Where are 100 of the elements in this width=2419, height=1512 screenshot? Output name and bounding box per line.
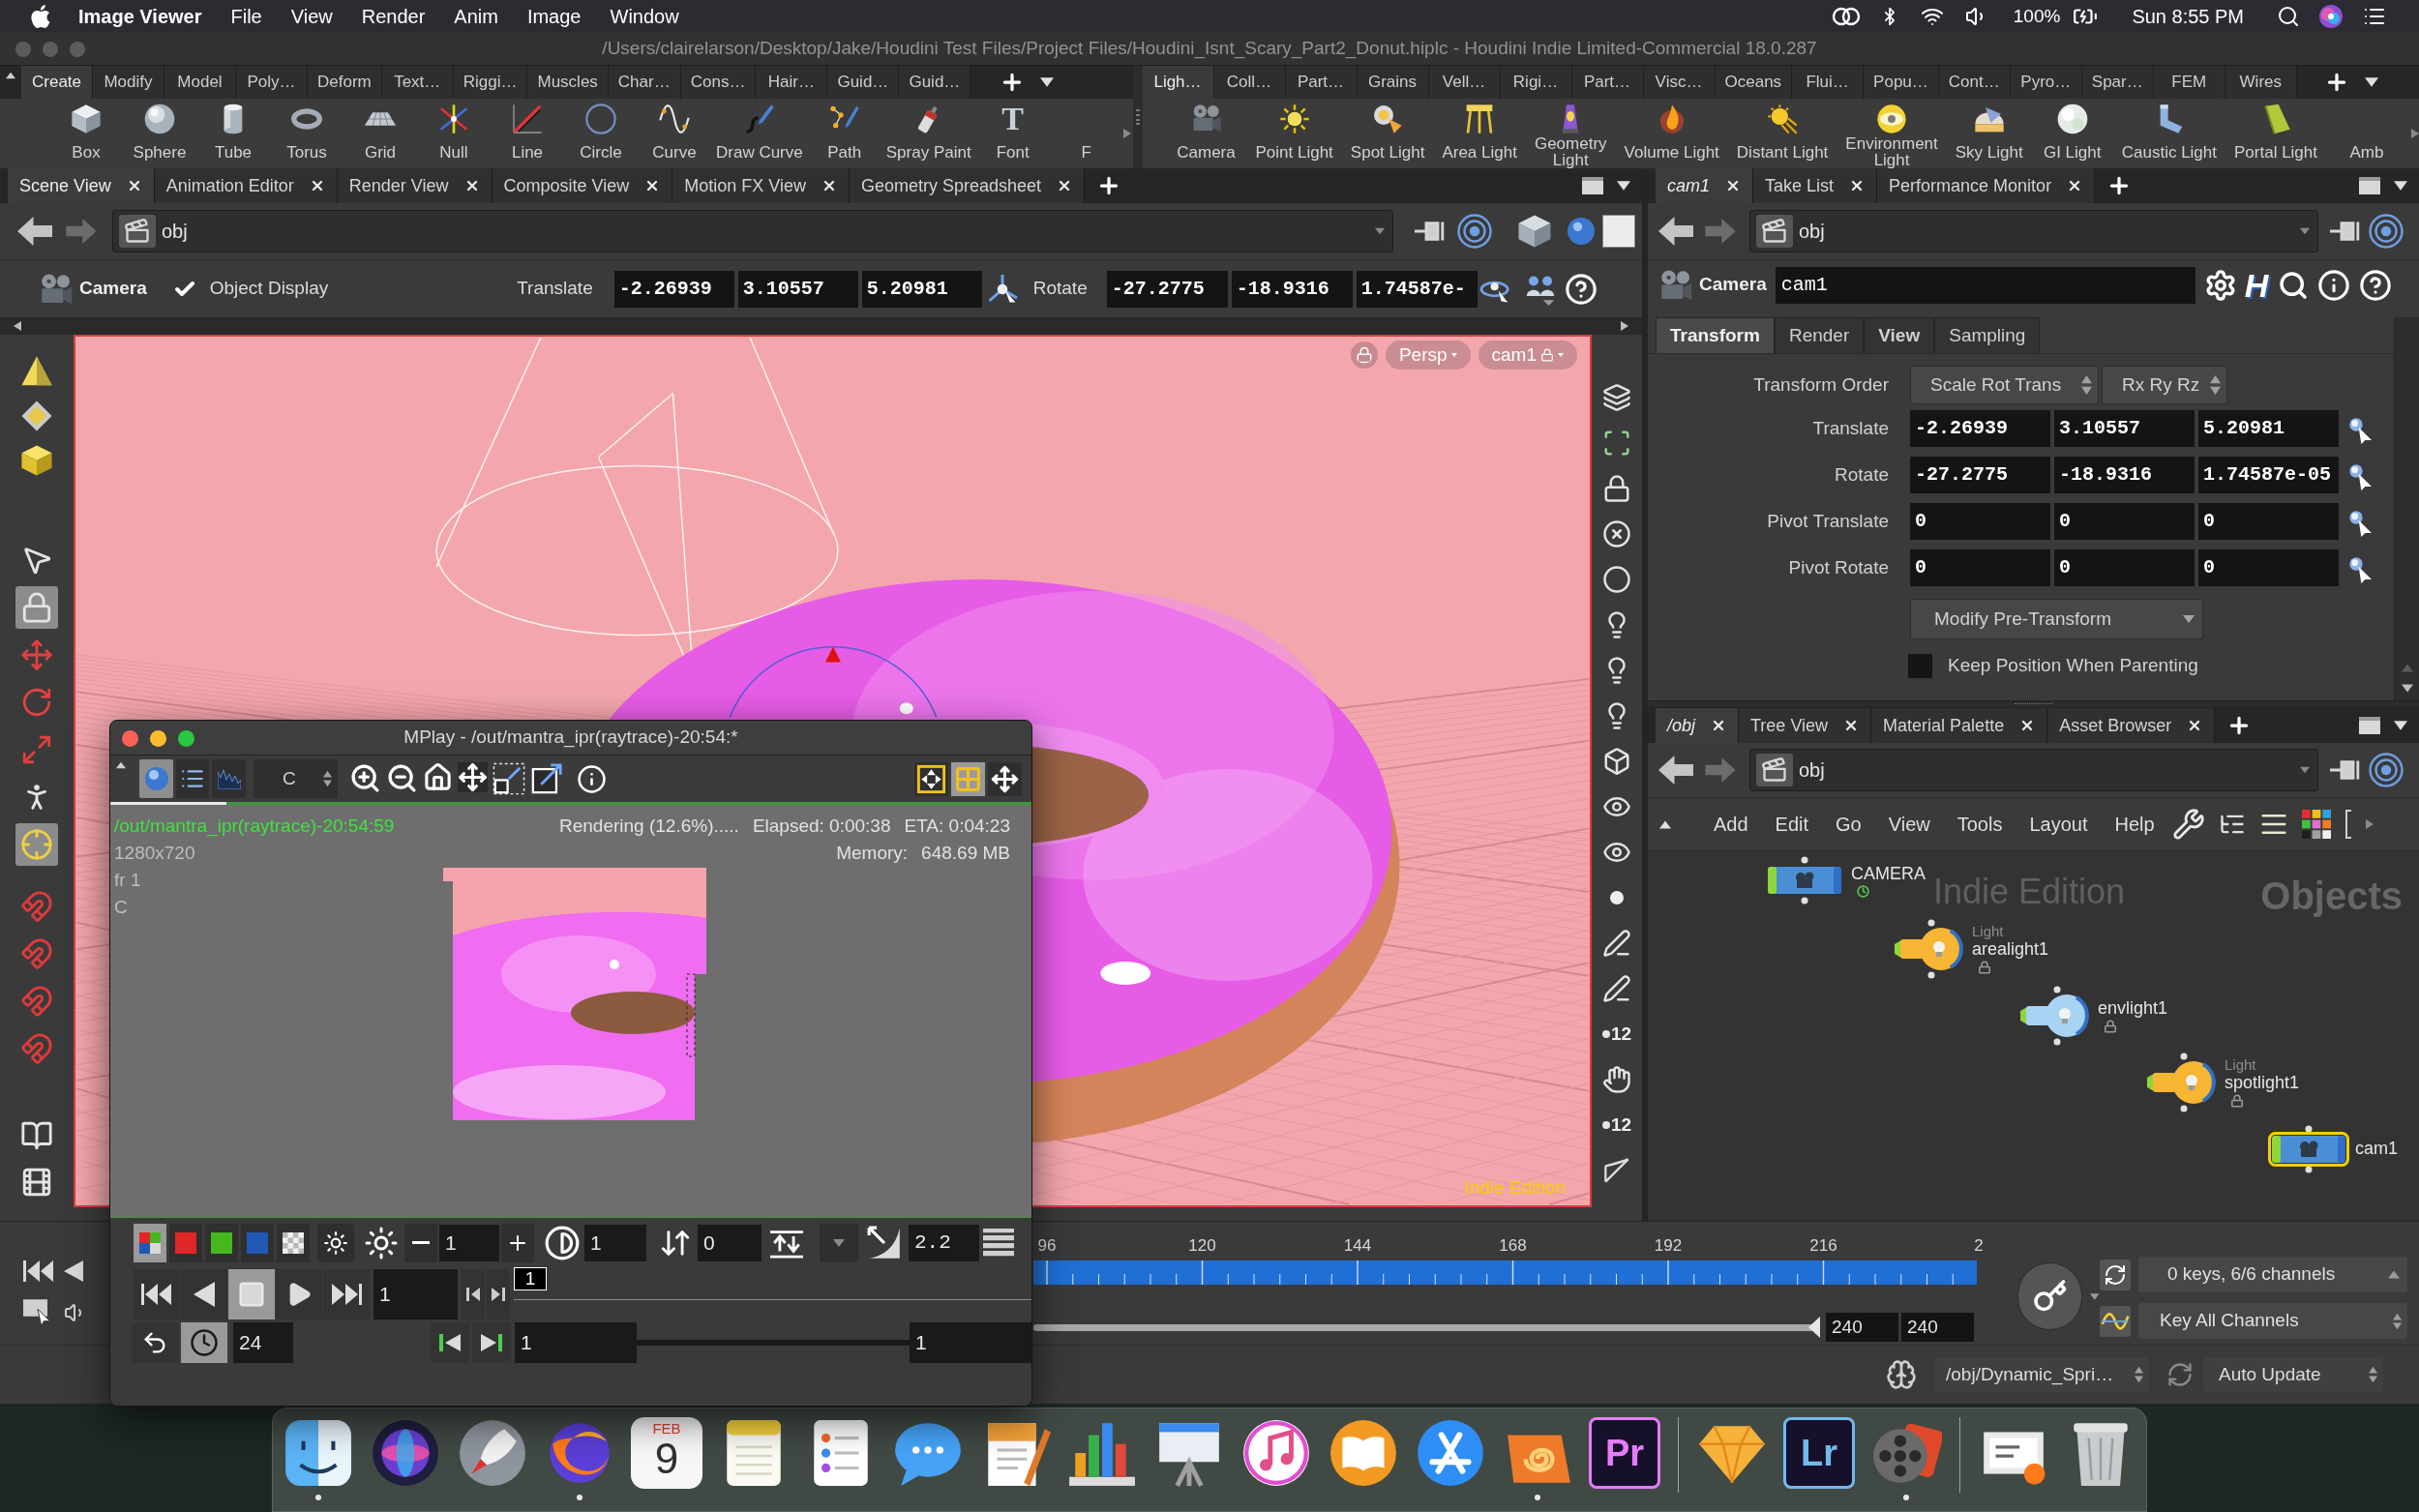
shelf-tool[interactable]: Path: [807, 99, 881, 168]
expand-frame-icon[interactable]: [530, 762, 563, 795]
channel-button[interactable]: [205, 1223, 238, 1262]
value-field[interactable]: 0: [1910, 549, 2050, 586]
value-field[interactable]: -18.9316: [1231, 270, 1353, 308]
shelf-tool[interactable]: Sky Light: [1950, 99, 2028, 168]
value-field[interactable]: 0: [1910, 503, 2050, 540]
pane-tab[interactable]: Animation Editor: [154, 168, 338, 203]
menu-item[interactable]: View: [290, 2, 333, 31]
pane-tab[interactable]: Composite View: [492, 168, 673, 203]
value-field[interactable]: 1.74587e-: [1356, 270, 1478, 308]
range-start-button[interactable]: [431, 1322, 469, 1363]
range-slider[interactable]: [1033, 1316, 1820, 1340]
shelf-tool[interactable]: Grid: [343, 99, 417, 168]
music-note-icon[interactable]: [1240, 1417, 1312, 1489]
shelf-tool[interactable]: Caustic Light: [2116, 99, 2222, 168]
menu-item[interactable]: View: [1888, 810, 1930, 839]
shelf-tab[interactable]: Model: [164, 66, 236, 99]
decrease-button[interactable]: [404, 1223, 437, 1262]
shelf-tool[interactable]: Portal Light: [2229, 99, 2322, 168]
help-icon[interactable]: [1564, 272, 1598, 306]
frame-scrubber[interactable]: 1: [514, 1267, 1031, 1300]
dropdown-menu[interactable]: Rx Ry Rz: [2102, 366, 2227, 404]
parameter-tab[interactable]: Sampling: [1934, 317, 2041, 353]
refresh-icon[interactable]: [2100, 1259, 2131, 1290]
app-menu[interactable]: Image Viewer: [78, 2, 202, 31]
bracket-icon[interactable]: [2344, 810, 2352, 839]
light-bulb-node[interactable]: [2145, 1052, 2219, 1112]
realtime-button[interactable]: [181, 1322, 227, 1363]
parameter-tab[interactable]: View: [1864, 317, 1935, 353]
shelf-tool[interactable]: Curve: [638, 99, 711, 168]
home-icon[interactable]: [423, 762, 453, 792]
path-field[interactable]: obj: [1749, 210, 2318, 252]
skip-to-end-button[interactable]: [323, 1269, 370, 1319]
parameter-tab[interactable]: Render: [1774, 317, 1865, 353]
shelf-tool[interactable]: Spray Paint: [881, 99, 976, 168]
shelf-tab[interactable]: Wires: [2225, 66, 2297, 99]
node-name[interactable]: spotlight1: [2225, 1073, 2300, 1092]
square-swatch-icon[interactable]: [1602, 215, 1635, 248]
shelf-tab[interactable]: Modify: [93, 66, 164, 99]
value-field[interactable]: 0: [2054, 503, 2195, 540]
shelf-tab[interactable]: Text…: [381, 66, 454, 99]
shelf-tool[interactable]: Amb: [2330, 99, 2404, 168]
loop-button[interactable]: [132, 1322, 178, 1363]
shelf-tab[interactable]: Oceans: [1715, 66, 1793, 99]
pan-arrows-icon[interactable]: [988, 761, 1022, 796]
increase-button[interactable]: [501, 1223, 534, 1262]
shelf-tool[interactable]: Environment Light: [1840, 99, 1943, 168]
value-field[interactable]: 0: [2198, 549, 2339, 586]
shelf-tool[interactable]: Sphere: [123, 99, 196, 168]
logo-letter[interactable]: H: [2244, 268, 2269, 302]
menu-item[interactable]: Tools: [1956, 810, 2003, 839]
pane-tab[interactable]: Take List: [1753, 168, 1878, 203]
pane-tab[interactable]: Geometry Spreadsheet: [850, 168, 1086, 203]
step-back-icon[interactable]: [64, 1260, 83, 1282]
pane-tab[interactable]: Scene View: [8, 168, 155, 203]
quad-grid-icon[interactable]: [951, 761, 985, 796]
frame-field[interactable]: 240: [1901, 1313, 1974, 1343]
target-icon[interactable]: [2369, 214, 2404, 249]
value-field[interactable]: 3.10557: [737, 270, 858, 308]
info-icon[interactable]: [2317, 268, 2351, 302]
menu-item[interactable]: Go: [1836, 810, 1862, 839]
shelf-tab[interactable]: FEM: [2153, 66, 2225, 99]
close-icon[interactable]: [1725, 178, 1741, 193]
step-back-button[interactable]: [462, 1269, 485, 1319]
target-icon[interactable]: [1457, 214, 1492, 249]
value-field[interactable]: 1: [439, 1224, 499, 1261]
pane-tab[interactable]: Asset Browser: [2047, 708, 2216, 743]
dropdown-menu[interactable]: /obj/Dynamic_Spri…: [1934, 1357, 2149, 1392]
pane-tab[interactable]: /obj: [1656, 708, 1740, 743]
smiling-face-icon[interactable]: [283, 1417, 354, 1489]
value-field[interactable]: 0: [698, 1224, 762, 1261]
value-field[interactable]: 5.20981: [2198, 410, 2339, 447]
range-end-field[interactable]: 1: [910, 1322, 1031, 1363]
slider-handle-icon[interactable]: [1808, 1317, 1820, 1339]
shelf-tab[interactable]: Part…: [1571, 66, 1644, 99]
frame-field[interactable]: 1: [373, 1269, 458, 1319]
shelf-tool[interactable]: Camera: [1169, 99, 1243, 168]
shrink-frame-icon[interactable]: [493, 762, 525, 795]
list-button[interactable]: [176, 759, 209, 798]
brain-icon[interactable]: [1886, 1359, 1917, 1390]
camera-node[interactable]: [2268, 1125, 2349, 1173]
menu-item[interactable]: Layout: [2029, 810, 2088, 839]
menu-item[interactable]: File: [230, 2, 262, 31]
shelf-tab[interactable]: Poly…: [236, 66, 308, 99]
value-field[interactable]: 0: [2054, 549, 2195, 586]
shelf-tool[interactable]: Geometry Light: [1529, 99, 1612, 168]
color-grid-icon[interactable]: [2301, 810, 2331, 839]
node-name[interactable]: cam1: [2355, 1139, 2398, 1158]
shelf-tab[interactable]: Hair…: [756, 66, 828, 99]
shelf-tool[interactable]: Area Light: [1437, 99, 1522, 168]
search-icon[interactable]: [2278, 269, 2310, 301]
scrollbar[interactable]: [2394, 317, 2419, 700]
shelf-tab[interactable]: Riggi…: [453, 66, 528, 99]
shelf-tool[interactable]: Torus: [270, 99, 343, 168]
path-field[interactable]: obj: [112, 210, 1393, 252]
shelf-tool[interactable]: Line: [491, 99, 564, 168]
sphere-icon[interactable]: [1568, 218, 1595, 245]
more-arrow-icon[interactable]: [2411, 129, 2419, 138]
shelf-tab[interactable]: Guid…: [899, 66, 971, 99]
